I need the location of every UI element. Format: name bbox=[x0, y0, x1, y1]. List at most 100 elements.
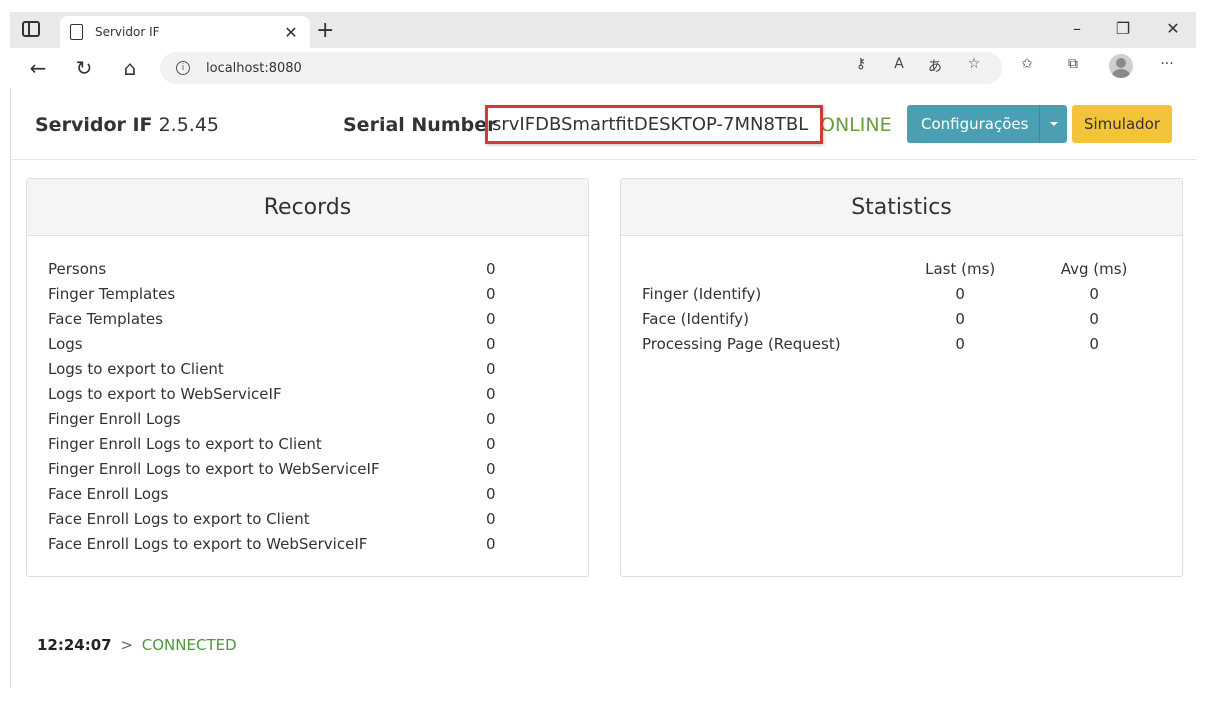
read-aloud-icon[interactable]: A bbox=[888, 56, 910, 72]
app-name: Servidor IF bbox=[35, 114, 153, 136]
column-header-last: Last (ms) bbox=[925, 260, 996, 278]
record-label: Logs to export to Client bbox=[48, 360, 224, 378]
record-row: Finger Enroll Logs to export to WebServi… bbox=[48, 459, 508, 484]
record-value: 0 bbox=[486, 460, 496, 478]
statistic-avg: 0 bbox=[1089, 285, 1099, 303]
record-label: Logs to export to WebServiceIF bbox=[48, 385, 282, 403]
page-content: Servidor IF 2.5.45 Serial Number ONLINE … bbox=[10, 88, 1197, 688]
tab-title: Servidor IF bbox=[95, 25, 160, 39]
record-value: 0 bbox=[486, 285, 496, 303]
record-row: Face Enroll Logs to export to Client 0 bbox=[48, 509, 508, 534]
statistic-avg: 0 bbox=[1089, 310, 1099, 328]
serial-number-value: srvIFDBSmartfitDESKTOP-7MN8TBL bbox=[485, 105, 823, 144]
sidebar-toggle-icon[interactable] bbox=[22, 21, 40, 37]
minimize-icon[interactable]: – bbox=[1062, 19, 1092, 38]
back-icon[interactable]: ← bbox=[26, 56, 50, 80]
status-badge: ONLINE bbox=[820, 114, 892, 136]
statistics-rows: Finger (Identify) 0 0 Face (Identify) 0 0 Proc… bbox=[642, 284, 1162, 359]
record-value: 0 bbox=[486, 385, 496, 403]
record-label: Finger Enroll Logs to export to Client bbox=[48, 435, 322, 453]
record-value: 0 bbox=[486, 310, 496, 328]
close-tab-icon[interactable]: ✕ bbox=[282, 23, 300, 42]
records-list: Persons 0 Finger Templates 0 Face Templates 0… bbox=[48, 259, 508, 559]
url-text: localhost:8080 bbox=[206, 60, 302, 76]
record-row: Logs 0 bbox=[48, 334, 508, 359]
record-value: 0 bbox=[486, 260, 496, 278]
simulador-button[interactable]: Simulador bbox=[1072, 105, 1172, 143]
browser-window: Servidor IF ✕ + – ❐ ✕ ← ↻ ⌂ i localhost:… bbox=[10, 12, 1196, 88]
statistic-label: Processing Page (Request) bbox=[642, 335, 841, 353]
address-bar: ← ↻ ⌂ i localhost:8080 ⚷ A あ ☆ ✩ ⧉ ··· bbox=[10, 48, 1196, 88]
key-icon[interactable]: ⚷ bbox=[850, 56, 872, 72]
record-label: Finger Enroll Logs to export to WebServi… bbox=[48, 460, 380, 478]
records-title: Records bbox=[27, 179, 588, 236]
browser-tab[interactable]: Servidor IF ✕ bbox=[60, 16, 310, 48]
statistics-panel: Statistics Last (ms) Avg (ms) Finger (Id… bbox=[620, 178, 1183, 577]
new-tab-icon[interactable]: + bbox=[316, 18, 334, 43]
record-value: 0 bbox=[486, 360, 496, 378]
record-value: 0 bbox=[486, 435, 496, 453]
record-row: Face Templates 0 bbox=[48, 309, 508, 334]
record-label: Logs bbox=[48, 335, 83, 353]
record-row: Face Enroll Logs to export to WebService… bbox=[48, 534, 508, 559]
statistics-header-row: Last (ms) Avg (ms) bbox=[642, 259, 1162, 284]
record-value: 0 bbox=[486, 535, 496, 553]
record-row: Logs to export to Client 0 bbox=[48, 359, 508, 384]
record-value: 0 bbox=[486, 335, 496, 353]
record-label: Persons bbox=[48, 260, 107, 278]
statistics-row: Finger (Identify) 0 0 bbox=[642, 284, 1162, 309]
record-row: Logs to export to WebServiceIF 0 bbox=[48, 384, 508, 409]
log-separator: > bbox=[120, 636, 133, 654]
record-value: 0 bbox=[486, 485, 496, 503]
record-row: Persons 0 bbox=[48, 259, 508, 284]
record-label: Face Enroll Logs bbox=[48, 485, 169, 503]
more-menu-icon[interactable]: ··· bbox=[1156, 56, 1178, 72]
record-label: Face Enroll Logs to export to WebService… bbox=[48, 535, 368, 553]
statistic-avg: 0 bbox=[1089, 335, 1099, 353]
statistic-last: 0 bbox=[955, 335, 965, 353]
statistic-label: Finger (Identify) bbox=[642, 285, 762, 303]
configuracoes-dropdown-button[interactable]: Configurações bbox=[907, 105, 1067, 143]
record-value: 0 bbox=[486, 510, 496, 528]
statistics-row: Face (Identify) 0 0 bbox=[642, 309, 1162, 334]
collections-icon[interactable]: ⧉ bbox=[1062, 56, 1084, 72]
profile-avatar[interactable] bbox=[1109, 54, 1133, 78]
caret-down-icon bbox=[1049, 122, 1058, 126]
restore-icon[interactable]: ❐ bbox=[1108, 19, 1138, 38]
record-label: Face Enroll Logs to export to Client bbox=[48, 510, 310, 528]
window-close-icon[interactable]: ✕ bbox=[1158, 19, 1188, 38]
favorites-icon[interactable]: ✩ bbox=[1016, 56, 1038, 72]
url-field[interactable]: i localhost:8080 bbox=[160, 52, 1002, 84]
serial-number-label: Serial Number bbox=[343, 114, 497, 136]
home-icon[interactable]: ⌂ bbox=[118, 56, 142, 80]
app-header: Servidor IF 2.5.45 Serial Number ONLINE … bbox=[11, 88, 1197, 160]
connection-log: 12:24:07 > CONNECTED bbox=[37, 636, 237, 654]
app-brand: Servidor IF 2.5.45 bbox=[35, 114, 219, 136]
info-icon[interactable]: i bbox=[176, 61, 190, 75]
statistics-table: Last (ms) Avg (ms) Finger (Identify) 0 0 Fa… bbox=[642, 259, 1162, 359]
dropdown-toggle[interactable] bbox=[1039, 105, 1067, 143]
connection-state: CONNECTED bbox=[141, 636, 237, 654]
statistic-last: 0 bbox=[955, 310, 965, 328]
favorite-add-icon[interactable]: ☆ bbox=[963, 56, 985, 72]
record-label: Face Templates bbox=[48, 310, 163, 328]
record-label: Finger Templates bbox=[48, 285, 176, 303]
refresh-icon[interactable]: ↻ bbox=[72, 56, 96, 80]
app-version: 2.5.45 bbox=[158, 114, 220, 136]
record-row: Finger Enroll Logs 0 bbox=[48, 409, 508, 434]
record-value: 0 bbox=[486, 410, 496, 428]
translate-icon[interactable]: あ bbox=[924, 56, 946, 76]
record-row: Finger Templates 0 bbox=[48, 284, 508, 309]
statistic-last: 0 bbox=[955, 285, 965, 303]
log-time: 12:24:07 bbox=[37, 636, 112, 654]
statistic-label: Face (Identify) bbox=[642, 310, 750, 328]
statistics-row: Processing Page (Request) 0 0 bbox=[642, 334, 1162, 359]
column-header-avg: Avg (ms) bbox=[1060, 260, 1128, 278]
record-row: Face Enroll Logs 0 bbox=[48, 484, 508, 509]
statistics-title: Statistics bbox=[621, 179, 1182, 236]
configuracoes-label: Configurações bbox=[921, 115, 1029, 133]
record-label: Finger Enroll Logs bbox=[48, 410, 181, 428]
records-panel: Records Persons 0 Finger Templates 0 Face Te… bbox=[26, 178, 589, 577]
tab-strip: Servidor IF ✕ + – ❐ ✕ bbox=[10, 12, 1196, 48]
document-icon bbox=[70, 24, 83, 40]
